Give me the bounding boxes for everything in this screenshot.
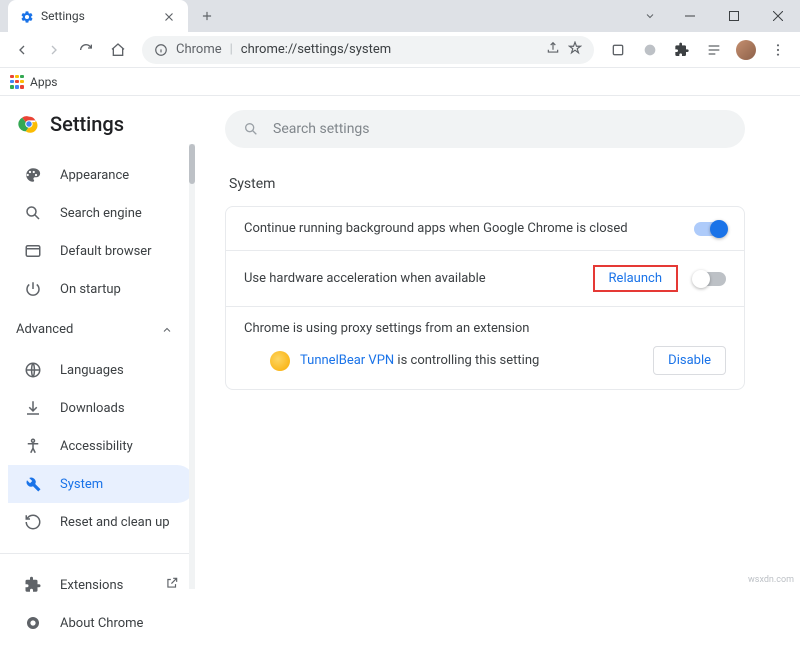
- sidebar-item-reset[interactable]: Reset and clean up: [8, 503, 195, 541]
- profile-avatar[interactable]: [736, 40, 756, 60]
- close-icon[interactable]: [162, 9, 176, 23]
- sidebar-label: Extensions: [60, 578, 123, 593]
- bookmark-star-icon[interactable]: [568, 40, 582, 59]
- bg-apps-row: Continue running background apps when Go…: [226, 207, 744, 250]
- menu-icon[interactable]: [764, 36, 792, 64]
- disable-button[interactable]: Disable: [653, 346, 726, 375]
- sidebar-item-appearance[interactable]: Appearance: [8, 156, 195, 194]
- watermark: wsxdn.com: [748, 575, 794, 585]
- browser-tab[interactable]: Settings: [8, 0, 188, 32]
- download-icon: [24, 399, 42, 417]
- tunnelbear-icon: [270, 351, 290, 371]
- apps-label: Apps: [30, 75, 58, 89]
- bg-apps-toggle[interactable]: [694, 222, 726, 236]
- hw-accel-row: Use hardware acceleration when available…: [226, 250, 744, 306]
- sidebar-item-about-chrome[interactable]: About Chrome: [8, 604, 195, 642]
- settings-search[interactable]: Search settings: [225, 110, 745, 148]
- section-title: System: [229, 176, 766, 192]
- extension-icon-1[interactable]: [604, 36, 632, 64]
- back-button[interactable]: [8, 36, 36, 64]
- reload-button[interactable]: [72, 36, 100, 64]
- sidebar-label: Downloads: [60, 401, 125, 416]
- sidebar-item-accessibility[interactable]: Accessibility: [8, 427, 195, 465]
- settings-content: Settings Appearance Search engine Defaul…: [0, 96, 800, 589]
- omnibox-prefix: Chrome: [176, 42, 222, 57]
- sidebar-label: About Chrome: [60, 616, 143, 631]
- accessibility-icon: [24, 437, 42, 455]
- home-button[interactable]: [104, 36, 132, 64]
- omnibox-url: chrome://settings/system: [241, 42, 538, 57]
- forward-button[interactable]: [40, 36, 68, 64]
- new-tab-button[interactable]: [194, 3, 220, 29]
- toolbar: Chrome | chrome://settings/system: [0, 32, 800, 68]
- puzzle-icon: [24, 576, 42, 594]
- globe-icon: [24, 361, 42, 379]
- close-window-button[interactable]: [756, 0, 800, 32]
- window-controls: [668, 0, 800, 32]
- share-icon[interactable]: [546, 40, 560, 59]
- reading-list-icon[interactable]: [700, 36, 728, 64]
- info-icon: [154, 43, 168, 57]
- relaunch-highlight: Relaunch: [593, 265, 678, 292]
- bg-apps-label: Continue running background apps when Go…: [244, 221, 628, 236]
- browser-icon: [24, 242, 42, 260]
- sidebar-item-downloads[interactable]: Downloads: [8, 389, 195, 427]
- sidebar-label: System: [60, 477, 103, 492]
- gear-icon: [20, 9, 34, 23]
- settings-header: Settings: [0, 106, 195, 152]
- minimize-button[interactable]: [668, 0, 712, 32]
- palette-icon: [24, 166, 42, 184]
- apps-grid-icon: [10, 75, 24, 89]
- sidebar: Settings Appearance Search engine Defaul…: [0, 96, 195, 589]
- bookmarks-bar: Apps: [0, 68, 800, 96]
- vpn-name-link[interactable]: TunnelBear VPN: [300, 353, 394, 368]
- page-title: Settings: [50, 112, 124, 136]
- chrome-logo-icon: [18, 113, 40, 135]
- sidebar-label: Languages: [60, 363, 124, 378]
- wrench-icon: [24, 475, 42, 493]
- sidebar-item-extensions[interactable]: Extensions: [8, 566, 195, 604]
- restore-icon: [24, 513, 42, 531]
- search-icon: [24, 204, 42, 222]
- sidebar-item-system[interactable]: System: [8, 465, 195, 503]
- sidebar-label: Accessibility: [60, 439, 133, 454]
- external-link-icon: [165, 576, 179, 594]
- vpn-suffix: is controlling this setting: [397, 353, 539, 368]
- maximize-button[interactable]: [712, 0, 756, 32]
- chrome-logo-icon: [24, 614, 42, 632]
- extension-icon-2[interactable]: [636, 36, 664, 64]
- titlebar: Settings: [0, 0, 800, 32]
- hw-accel-toggle[interactable]: [694, 272, 726, 286]
- chevron-down-icon[interactable]: [632, 0, 668, 32]
- main-panel: Search settings System Continue running …: [195, 96, 800, 589]
- system-settings-card: Continue running background apps when Go…: [225, 206, 745, 390]
- sidebar-label: Search engine: [60, 206, 142, 221]
- advanced-section-toggle[interactable]: Advanced: [0, 312, 195, 347]
- apps-shortcut[interactable]: Apps: [10, 75, 58, 89]
- extensions-puzzle-icon[interactable]: [668, 36, 696, 64]
- relaunch-button[interactable]: Relaunch: [601, 267, 670, 290]
- search-placeholder: Search settings: [273, 121, 370, 137]
- proxy-row: Chrome is using proxy settings from an e…: [226, 306, 744, 389]
- sidebar-scrollbar[interactable]: [189, 144, 195, 589]
- proxy-label: Chrome is using proxy settings from an e…: [244, 321, 529, 336]
- address-bar[interactable]: Chrome | chrome://settings/system: [142, 36, 594, 64]
- search-icon: [243, 121, 259, 137]
- hw-accel-label: Use hardware acceleration when available: [244, 271, 486, 286]
- sidebar-label: Reset and clean up: [60, 515, 170, 530]
- sidebar-item-default-browser[interactable]: Default browser: [8, 232, 195, 270]
- sidebar-item-on-startup[interactable]: On startup: [8, 270, 195, 308]
- tab-title: Settings: [41, 9, 155, 23]
- sidebar-label: On startup: [60, 282, 121, 297]
- power-icon: [24, 280, 42, 298]
- sidebar-item-languages[interactable]: Languages: [8, 351, 195, 389]
- chevron-up-icon: [161, 324, 173, 336]
- sidebar-item-search-engine[interactable]: Search engine: [8, 194, 195, 232]
- sidebar-label: Default browser: [60, 244, 152, 259]
- advanced-label: Advanced: [16, 322, 73, 337]
- sidebar-label: Appearance: [60, 168, 129, 183]
